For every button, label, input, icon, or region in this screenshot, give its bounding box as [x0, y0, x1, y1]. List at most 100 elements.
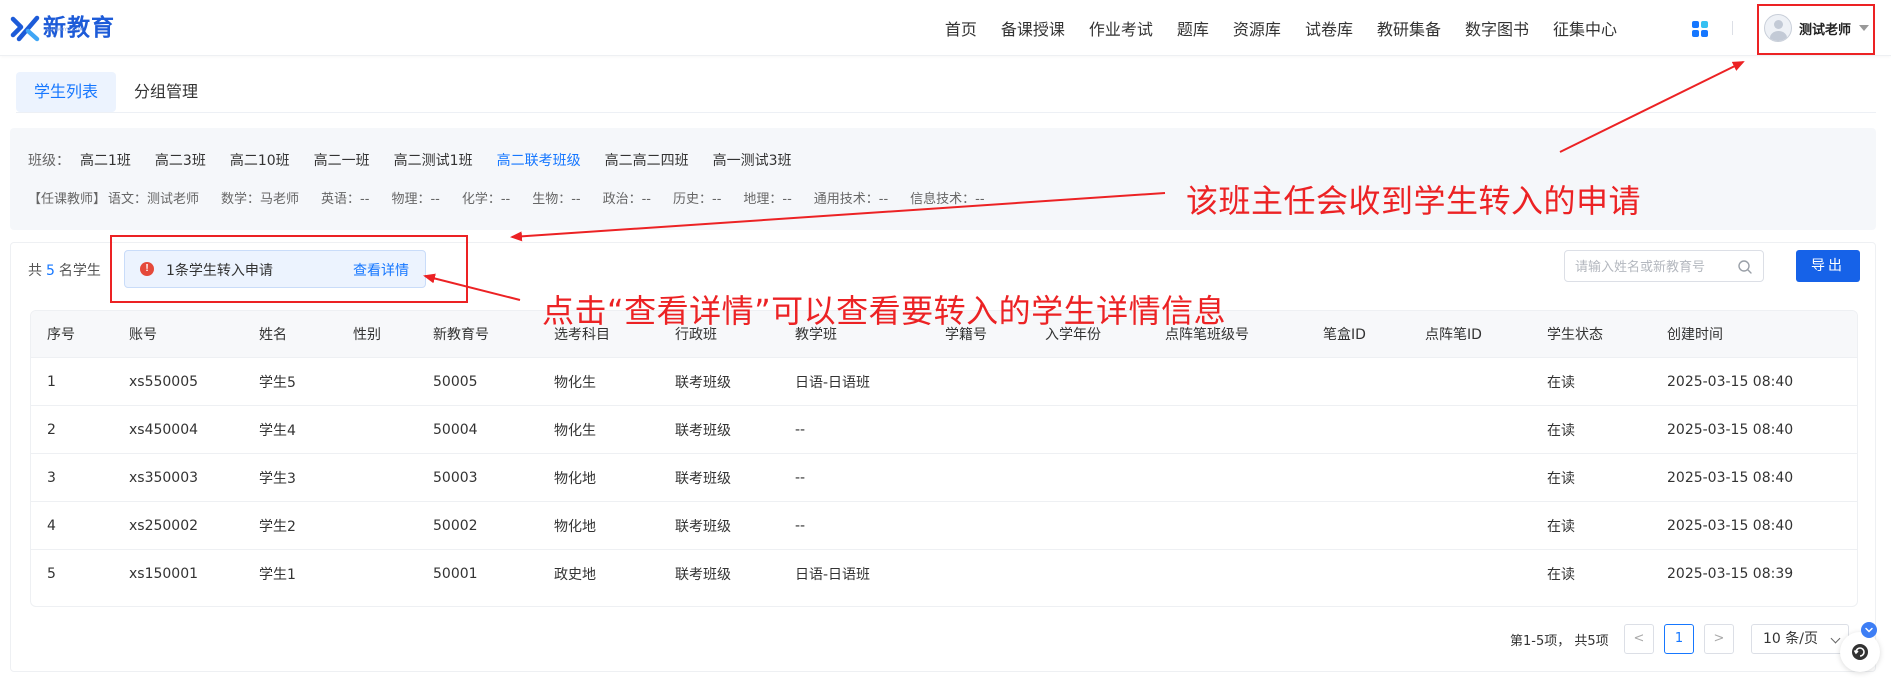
table-cell: 学生3	[259, 470, 296, 487]
nav-question-bank[interactable]: 题库	[1177, 16, 1209, 40]
table-cell: --	[795, 469, 806, 486]
annotation-view-detail: 点击“查看详情”可以查看要转入的学生详情信息	[542, 292, 1227, 330]
student-count: 共 5 名学生	[28, 260, 101, 280]
teacher-item: 数学：马老师	[221, 192, 300, 207]
class-item[interactable]: 高二高二四班	[605, 150, 689, 170]
search-icon[interactable]	[1737, 259, 1753, 275]
teacher-item: 信息技术：--	[910, 192, 985, 207]
table-cell: 物化地	[554, 518, 596, 535]
class-item[interactable]: 高一测试3班	[713, 150, 792, 170]
nav-digital-books[interactable]: 数字图书	[1465, 16, 1529, 40]
table-cell: 在读	[1547, 567, 1575, 583]
table-cell: 5	[47, 566, 56, 582]
table-row[interactable]: 1 xs550005 学生5 50005 物化生 联考班级 日语-日语班 在读 2025-03-…	[31, 358, 1857, 406]
logo-subtext: XINJIAOYU.COM	[46, 27, 84, 32]
count-number: 5	[46, 263, 55, 279]
column-header: 学生状态	[1547, 327, 1603, 343]
collapse-badge-icon[interactable]	[1861, 622, 1877, 638]
page-size-value: 10 条/页	[1763, 631, 1818, 647]
next-page-button[interactable]: >	[1704, 624, 1734, 654]
table-cell: 政史地	[554, 567, 596, 583]
subject-teachers: 【任课教师】 语文：测试老师 数学：马老师 英语：-- 物理：-- 化学：-- …	[28, 188, 985, 207]
table-cell: xs350003	[129, 469, 199, 486]
nav-resources[interactable]: 资源库	[1233, 16, 1281, 40]
table-cell: --	[795, 421, 806, 438]
table-cell: 2025-03-15 08:40	[1667, 373, 1794, 390]
table-row[interactable]: 4 xs250002 学生2 50002 物化地 联考班级 -- 在读 2025-03-15 0…	[31, 502, 1857, 550]
table-cell: 50001	[433, 566, 478, 582]
column-header: 笔盒ID	[1323, 327, 1366, 343]
class-item[interactable]: 高二10班	[230, 150, 290, 170]
column-header: 新教育号	[433, 327, 489, 343]
table-cell: 学生1	[259, 567, 296, 583]
top-header: 新教育 XINJIAOYU.COM 首页 备课授课 作业考试 题库 资源库 试卷…	[0, 0, 1891, 56]
page-tabs: 学生列表 分组管理	[16, 72, 216, 112]
table-cell: 2025-03-15 08:40	[1667, 469, 1794, 486]
table-cell: 50005	[433, 373, 478, 390]
table-cell: 物化生	[554, 422, 596, 439]
table-cell: xs250002	[129, 517, 199, 534]
class-label: 班级：	[28, 153, 70, 169]
nav-paper-bank[interactable]: 试卷库	[1305, 16, 1353, 40]
teacher-item: 生物：--	[532, 192, 581, 207]
table-cell: 联考班级	[675, 470, 731, 487]
page-size-select[interactable]: 10 条/页	[1751, 624, 1849, 654]
teacher-item: 地理：--	[743, 192, 792, 207]
page-number-button[interactable]: 1	[1664, 624, 1694, 654]
table-cell: 2	[47, 421, 56, 438]
tab-divider	[16, 112, 1876, 113]
table-cell: 日语-日语班	[795, 567, 871, 583]
tab-group-management[interactable]: 分组管理	[116, 72, 216, 112]
table-row[interactable]: 2 xs450004 学生4 50004 物化生 联考班级 -- 在读 2025-03-15 0…	[31, 406, 1857, 454]
teacher-item: 历史：--	[673, 192, 722, 207]
table-cell: 1	[47, 373, 56, 390]
class-item[interactable]: 高二测试1班	[394, 150, 473, 170]
column-header: 性别	[353, 327, 381, 343]
class-item[interactable]: 高二一班	[314, 150, 370, 170]
class-item[interactable]: 高二3班	[155, 150, 206, 170]
nav-lesson-prep[interactable]: 备课授课	[1001, 16, 1065, 40]
student-table: 序号 账号 姓名 性别 新教育号 选考科目 行政班 教学班 学籍号 入学年份 点阵笔班级号 笔盒ID 点…	[30, 310, 1858, 607]
class-item[interactable]: 高二1班	[80, 150, 131, 170]
table-cell: xs550005	[129, 373, 199, 390]
table-cell: 在读	[1547, 374, 1575, 391]
table-cell: 50003	[433, 469, 478, 486]
column-header: 账号	[129, 327, 157, 343]
nav-homework-exam[interactable]: 作业考试	[1089, 16, 1153, 40]
apps-grid-icon[interactable]	[1692, 21, 1708, 37]
floating-help-widget[interactable]	[1840, 632, 1880, 672]
annotation-head-teacher: 该班主任会收到学生转入的申请	[1186, 182, 1642, 220]
table-cell: 50002	[433, 517, 478, 534]
teacher-item: 英语：--	[321, 192, 370, 207]
tab-student-list[interactable]: 学生列表	[16, 72, 117, 112]
table-row[interactable]: 3 xs350003 学生3 50003 物化地 联考班级 -- 在读 2025-03-15 0…	[31, 454, 1857, 502]
nav-collection-center[interactable]: 征集中心	[1553, 16, 1617, 40]
table-cell: xs450004	[129, 421, 199, 438]
teacher-item: 化学：--	[461, 192, 511, 207]
class-selector: 班级： 高二1班 高二3班 高二10班 高二一班 高二测试1班 高二联考班级 高…	[28, 150, 816, 170]
column-header: 序号	[47, 327, 75, 343]
count-suffix: 名学生	[58, 263, 101, 279]
search-input[interactable]	[1575, 257, 1735, 277]
table-cell: --	[795, 517, 806, 534]
column-header: 姓名	[259, 327, 287, 343]
export-button[interactable]: 导出	[1796, 250, 1860, 282]
table-cell: 2025-03-15 08:40	[1667, 421, 1794, 438]
table-row[interactable]: 5 xs150001 学生1 50001 政史地 联考班级 日语-日语班 在读 2025-03-…	[31, 550, 1857, 598]
nav-home[interactable]: 首页	[945, 16, 977, 40]
table-cell: 学生4	[259, 422, 296, 439]
prev-page-button[interactable]: <	[1624, 624, 1654, 654]
table-cell: 50004	[433, 421, 478, 438]
count-prefix: 共	[28, 263, 42, 279]
annotation-box-request	[110, 235, 468, 303]
class-item-selected[interactable]: 高二联考班级	[497, 150, 581, 170]
annotation-box-user	[1757, 4, 1875, 55]
table-cell: 在读	[1547, 518, 1575, 535]
table-cell: 联考班级	[675, 374, 731, 391]
undo-icon	[1852, 644, 1868, 660]
nav-teaching-research[interactable]: 教研集备	[1377, 16, 1441, 40]
chevron-down-icon	[1830, 633, 1841, 644]
table-cell: 4	[47, 517, 56, 534]
column-header: 点阵笔ID	[1425, 327, 1482, 343]
table-cell: 2025-03-15 08:40	[1667, 517, 1794, 534]
